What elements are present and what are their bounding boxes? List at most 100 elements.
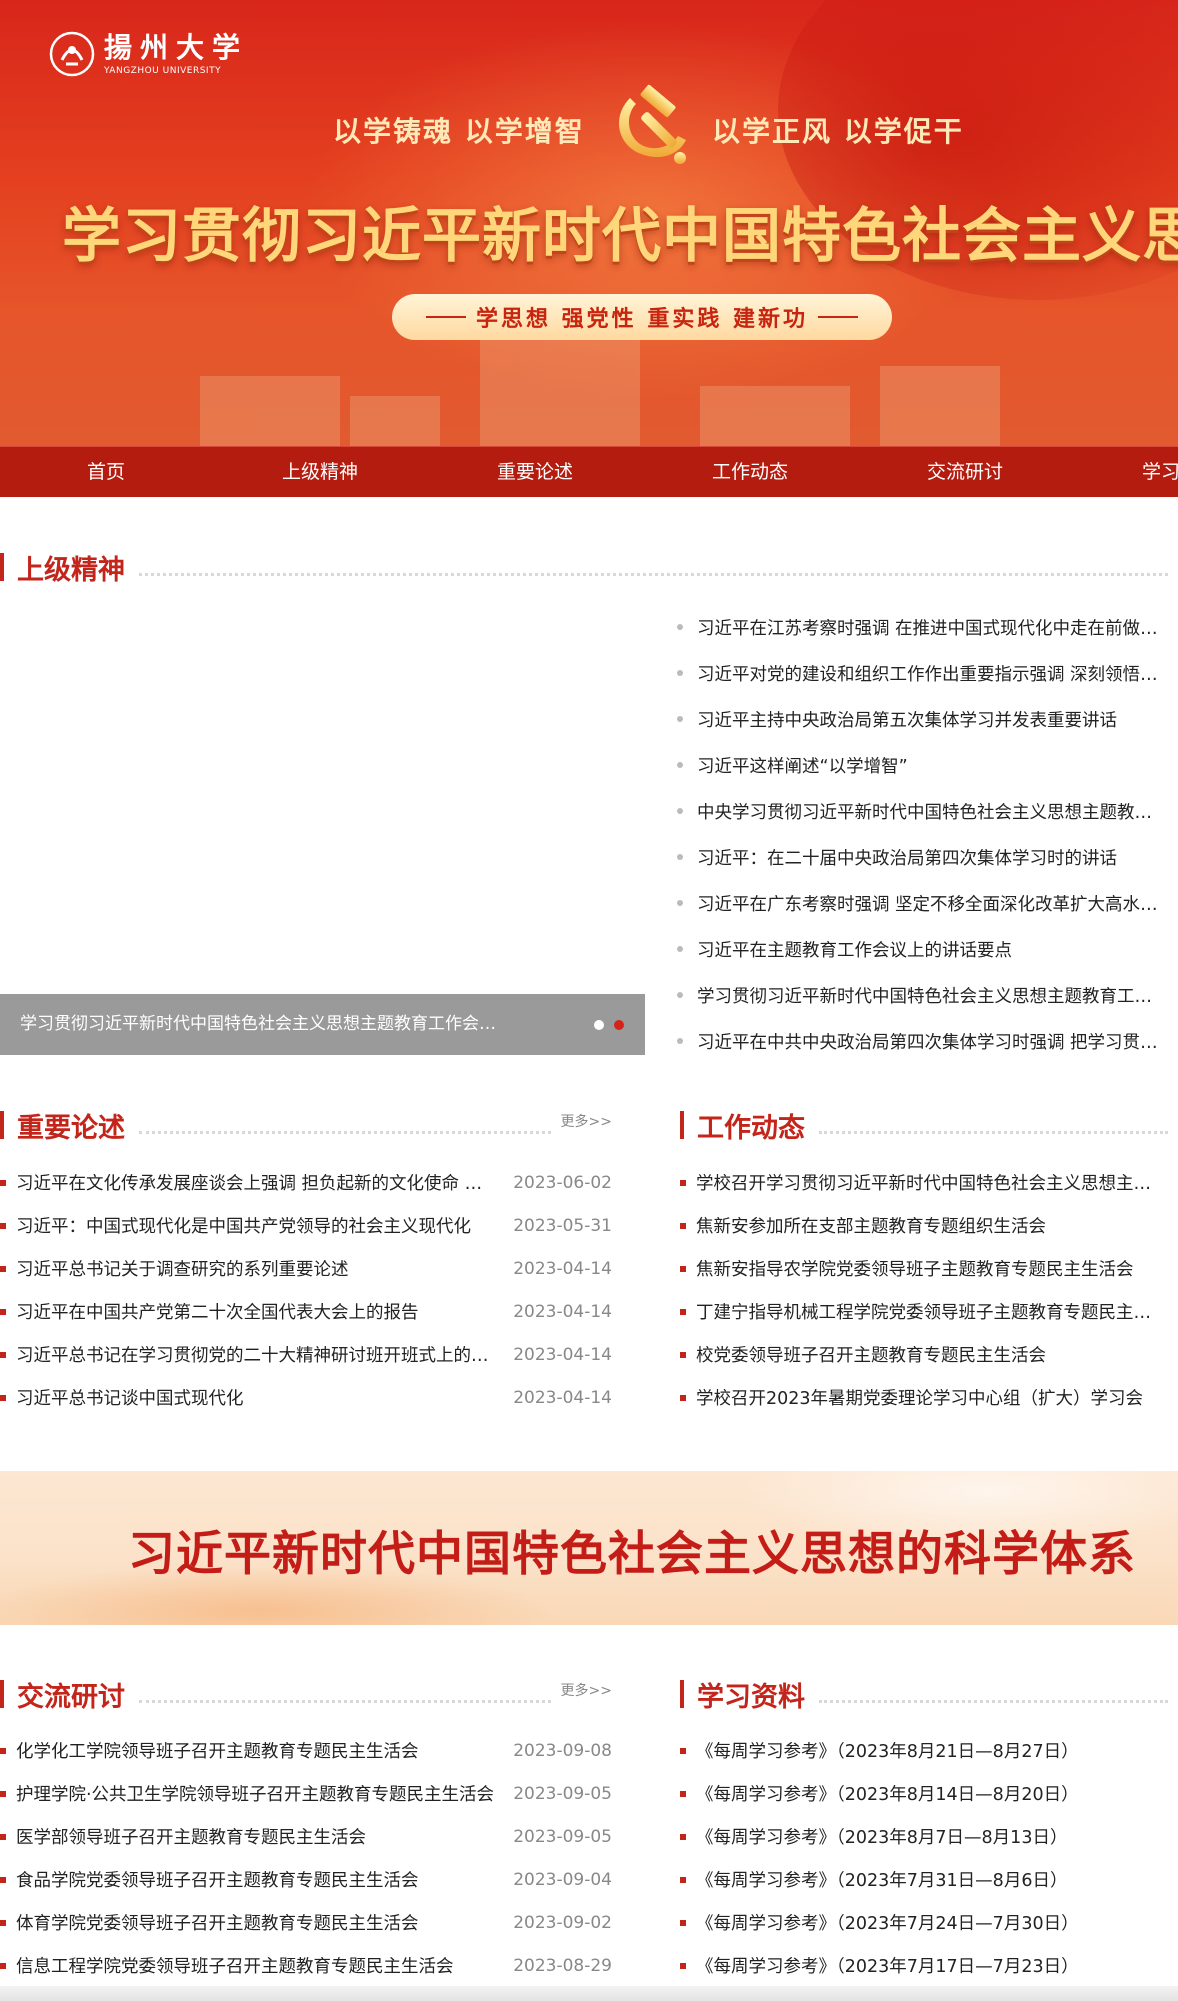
list-item[interactable]: 食品学院党委领导班子召开主题教育专题民主生活会 2023-09-04 [0,1858,612,1901]
list-item[interactable]: 习近平总书记在学习贯彻党的二十大精神研讨班开班式上的重要讲话 2023-04-14 [0,1333,612,1376]
list-item[interactable]: 学校召开学习贯彻习近平新时代中国特色社会主义思想主题教育总结会议 [680,1161,1164,1204]
bullet-square [0,1876,6,1883]
list-item[interactable]: 护理学院·公共卫生学院领导班子召开主题教育专题民主生活会 2023-09-05 [0,1772,612,1815]
list-item[interactable]: 习近平在中国共产党第二十次全国代表大会上的报告 2023-04-14 [0,1290,612,1333]
list-item[interactable]: 丁建宁指导机械工程学院党委领导班子主题教育专题民主生活会 [680,1290,1164,1333]
list-item[interactable]: 化学化工学院领导班子召开主题教育专题民主生活会 2023-09-08 [0,1729,612,1772]
slogan-right: 以学正风 以学促干 [712,115,964,148]
list-item[interactable]: 学习贯彻习近平新时代中国特色社会主义思想主题教育工作会议在京召开 [675,972,1165,1018]
list-item[interactable]: 习近平总书记谈中国式现代化 2023-04-14 [0,1376,612,1419]
section-header-higher-spirit: 上级精神 [0,547,1178,587]
university-logo[interactable]: 揚州大学 YANGZHOU UNIVERSITY [48,30,248,78]
list-item[interactable]: 习近平在文化传承发展座谈会上强调 担负起新的文化使命 努力建设中华民族现代文明2… [0,1161,612,1204]
section-header-exchange: 交流研讨 更多>> [0,1674,612,1714]
theory-system-banner-text: 习近平新时代中国特色社会主义思想的科学体系 [128,1527,1136,1582]
exchange-list: 化学化工学院领导班子召开主题教育专题民主生活会 2023-09-08 护理学院·公… [0,1729,612,1987]
bullet-dot [677,854,683,860]
bullet-square [680,1919,686,1926]
nav-item-study-materials[interactable]: 学习资料 [1142,447,1178,497]
nav-item-higher-spirit[interactable]: 上级精神 [282,447,358,497]
banner-main-title: 学习贯彻习近平新时代中国特色社会主义思想主题教育 [62,201,1178,270]
list-item[interactable]: 《每周学习参考》（2023年7月17日—7月23日） [680,1944,1164,1987]
section-title-important-remarks[interactable]: 重要论述 [17,1106,125,1145]
carousel-dot-2-active[interactable] [614,1020,624,1030]
list-item[interactable]: 习近平这样阐述“以学增智” [675,742,1165,788]
carousel-caption-bar: 学习贯彻习近平新时代中国特色社会主义思想主题教育工作会议在京召开 [0,994,645,1055]
bullet-dot [677,900,683,906]
bullet-square [680,1876,686,1883]
list-item[interactable]: 《每周学习参考》（2023年7月24日—7月30日） [680,1901,1164,1944]
bullet-square [0,1265,6,1272]
logo-chinese-name: 揚州大学 [104,31,249,64]
nav-item-home[interactable]: 首页 [87,447,125,497]
section-title-study-materials[interactable]: 学习资料 [697,1675,805,1714]
pill-text: 学思想 强党性 重实践 建新功 [476,306,808,332]
nav-item-work-news[interactable]: 工作动态 [712,447,788,497]
bullet-square [0,1919,6,1926]
section-title-exchange[interactable]: 交流研讨 [17,1675,125,1714]
main-nav: 首页 上级精神 重要论述 工作动态 交流研讨 学习资料 [0,446,1178,497]
theory-system-banner[interactable]: 习近平新时代中国特色社会主义思想的科学体系 [0,1471,1178,1625]
bullet-dot [677,1038,683,1044]
list-item[interactable]: 习近平：中国式现代化是中国共产党领导的社会主义现代化 2023-05-31 [0,1204,612,1247]
list-item[interactable]: 校党委领导班子召开主题教育专题民主生活会 [680,1333,1164,1376]
bullet-square [680,1833,686,1840]
list-item[interactable]: 《每周学习参考》（2023年8月21日—8月27日） [680,1729,1164,1772]
university-seal-icon [49,31,95,77]
list-item[interactable]: 焦新安指导农学院党委领导班子主题教育专题民主生活会 [680,1247,1164,1290]
list-item[interactable]: 中央学习贯彻习近平新时代中国特色社会主义思想主题教育领导小组印发通知 [675,788,1165,834]
page-bottom-edge [0,1986,1178,2001]
nav-item-exchange[interactable]: 交流研讨 [927,447,1003,497]
section-title-work-news[interactable]: 工作动态 [697,1106,805,1145]
section-dotted-line [139,572,1168,576]
bullet-square [0,1833,6,1840]
section-bar [680,1111,684,1139]
bullet-dot [677,808,683,814]
section-dotted-line [139,1130,551,1134]
bullet-dot [677,762,683,768]
list-item[interactable]: 《每周学习参考》（2023年8月14日—8月20日） [680,1772,1164,1815]
section-title-higher-spirit[interactable]: 上级精神 [17,548,125,587]
list-item[interactable]: 习近平主持中央政治局第五次集体学习并发表重要讲话 [675,696,1165,742]
list-item[interactable]: 《每周学习参考》（2023年8月7日—8月13日） [680,1815,1164,1858]
higher-spirit-list: 习近平在江苏考察时强调 在推进中国式现代化中走在前做示范 谱写“强富美高”新江苏… [675,604,1165,1064]
section-dotted-line [819,1699,1168,1703]
list-item[interactable]: 习近平：在二十届中央政治局第四次集体学习时的讲话 [675,834,1165,880]
bullet-square [0,1962,6,1969]
section-bar [680,1680,684,1708]
bullet-square [680,1222,686,1229]
list-item[interactable]: 习近平在中共中央政治局第四次集体学习时强调 把学习贯彻党的二十大精神引向深入 [675,1018,1165,1064]
news-carousel[interactable]: 学习贯彻习近平新时代中国特色社会主义思想主题教育工作会议在京召开 [0,592,645,1055]
section-header-important-remarks: 重要论述 更多>> [0,1105,612,1145]
list-item[interactable]: 习近平在江苏考察时强调 在推进中国式现代化中走在前做示范 谱写“强富美高”新江苏… [675,604,1165,650]
bullet-square [0,1179,6,1186]
list-item[interactable]: 《每周学习参考》（2023年7月31日—8月6日） [680,1858,1164,1901]
section-header-study-materials: 学习资料 [680,1674,1178,1714]
bullet-square [680,1962,686,1969]
header-banner: 揚州大学 YANGZHOU UNIVERSITY 以学铸魂 以学增智 以学正风 … [0,0,1178,446]
list-item[interactable]: 医学部领导班子召开主题教育专题民主生活会 2023-09-05 [0,1815,612,1858]
slogan-left: 以学铸魂 以学增智 [333,115,585,148]
more-link-exchange[interactable]: 更多>> [561,1680,612,1700]
section-bar [0,1680,4,1708]
list-item[interactable]: 习近平在广东考察时强调 坚定不移全面深化改革扩大高水平对外开放 [675,880,1165,926]
list-item[interactable]: 信息工程学院党委领导班子召开主题教育专题民主生活会 2023-08-29 [0,1944,612,1987]
section-dotted-line [819,1130,1168,1134]
pill-dash-left [426,316,466,318]
list-item[interactable]: 学校召开2023年暑期党委理论学习中心组（扩大）学习会 [680,1376,1164,1419]
list-item[interactable]: 体育学院党委领导班子召开主题教育专题民主生活会 2023-09-02 [0,1901,612,1944]
pill-dash-right [817,316,858,318]
nav-item-important-remarks[interactable]: 重要论述 [497,447,573,497]
carousel-dot-1[interactable] [594,1020,604,1030]
list-item[interactable]: 焦新安参加所在支部主题教育专题组织生活会 [680,1204,1164,1247]
list-item[interactable]: 习近平总书记关于调查研究的系列重要论述 2023-04-14 [0,1247,612,1290]
bullet-square [680,1265,686,1272]
list-item[interactable]: 习近平对党的建设和组织工作作出重要指示强调 深刻领悟党的建设的政治意义 [675,650,1165,696]
bullet-dot [677,992,683,998]
bullet-dot [677,946,683,952]
more-link-important-remarks[interactable]: 更多>> [561,1111,612,1131]
bullet-square [680,1747,686,1754]
bullet-square [680,1179,686,1186]
list-item[interactable]: 习近平在主题教育工作会议上的讲话要点 [675,926,1165,972]
carousel-caption[interactable]: 学习贯彻习近平新时代中国特色社会主义思想主题教育工作会议在京召开 [20,994,500,1055]
